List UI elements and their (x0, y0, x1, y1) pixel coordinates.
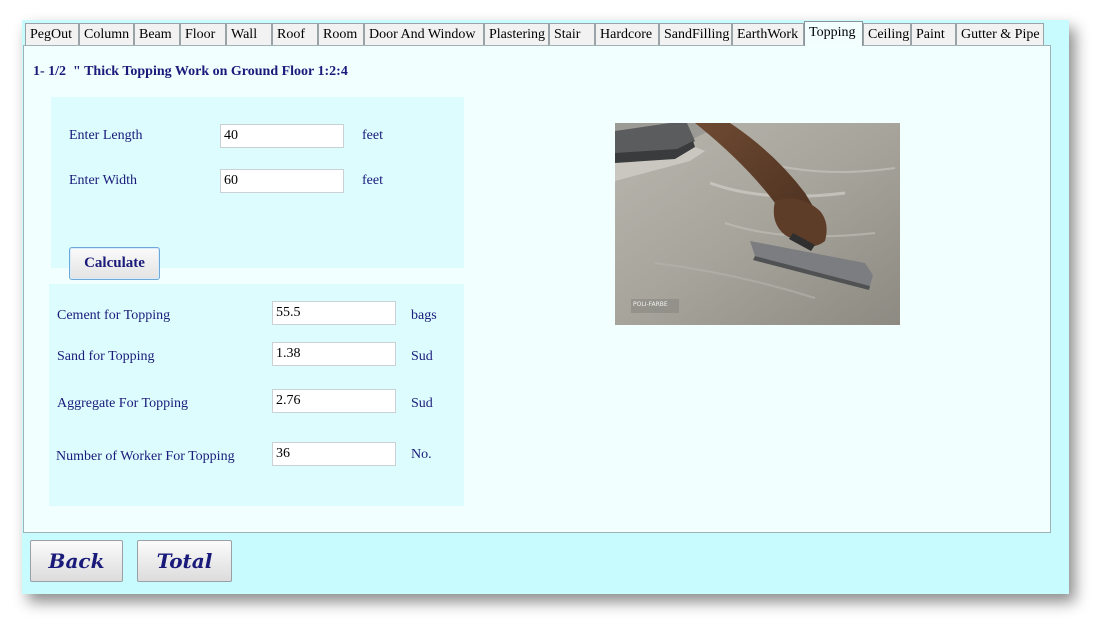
app-window: PegOut Column Beam Floor Wall Roof Room … (22, 20, 1069, 594)
tab-column[interactable]: Column (79, 23, 134, 45)
tab-room[interactable]: Room (318, 23, 364, 45)
tab-hardcore[interactable]: Hardcore (595, 23, 659, 45)
length-field[interactable] (220, 124, 344, 148)
tab-topping[interactable]: Topping (804, 21, 863, 46)
page-title: 1- 1/2 " Thick Topping Work on Ground Fl… (33, 64, 348, 79)
sand-field[interactable] (272, 342, 396, 366)
width-field[interactable] (220, 169, 344, 193)
tab-beam[interactable]: Beam (134, 23, 180, 45)
aggregate-field[interactable] (272, 389, 396, 413)
photo-watermark: POLI-FARBE (633, 301, 668, 308)
workers-field[interactable] (272, 442, 396, 466)
aggregate-unit: Sud (411, 396, 433, 411)
tab-floor[interactable]: Floor (180, 23, 226, 45)
tab-pegout[interactable]: PegOut (25, 23, 79, 45)
tab-door-and-window[interactable]: Door And Window (364, 23, 484, 45)
input-group: Enter Length feet Enter Width feet (51, 97, 464, 268)
tab-plastering[interactable]: Plastering (484, 23, 549, 45)
total-button[interactable]: Total (137, 540, 232, 582)
tab-stair[interactable]: Stair (549, 23, 595, 45)
aggregate-label: Aggregate For Topping (57, 396, 188, 411)
length-unit: feet (362, 128, 383, 143)
workers-unit: No. (411, 447, 432, 462)
tab-paint[interactable]: Paint (911, 23, 956, 45)
cement-label: Cement for Topping (57, 308, 171, 323)
tab-bar: PegOut Column Beam Floor Wall Roof Room … (25, 21, 1044, 46)
length-label: Enter Length (69, 128, 143, 143)
topping-work-photo: POLI-FARBE (615, 123, 900, 325)
tab-roof[interactable]: Roof (272, 23, 318, 45)
cement-field[interactable] (272, 301, 396, 325)
width-unit: feet (362, 173, 383, 188)
calculate-button[interactable]: Calculate (69, 247, 160, 280)
workers-label: Number of Worker For Topping (56, 449, 235, 464)
width-label: Enter Width (69, 173, 137, 188)
results-group: Cement for Topping bags Sand for Topping… (49, 284, 464, 506)
sand-label: Sand for Topping (57, 349, 155, 364)
tab-sandfilling[interactable]: SandFilling (659, 23, 732, 45)
tab-earthwork[interactable]: EarthWork (732, 23, 804, 45)
cement-unit: bags (411, 308, 437, 323)
topping-panel: 1- 1/2 " Thick Topping Work on Ground Fl… (23, 45, 1051, 533)
back-button[interactable]: Back (30, 540, 123, 582)
tab-wall[interactable]: Wall (226, 23, 272, 45)
sand-unit: Sud (411, 349, 433, 364)
tab-ceiling[interactable]: Ceiling (863, 23, 911, 45)
tab-gutter-and-pipe[interactable]: Gutter & Pipe (956, 23, 1044, 45)
